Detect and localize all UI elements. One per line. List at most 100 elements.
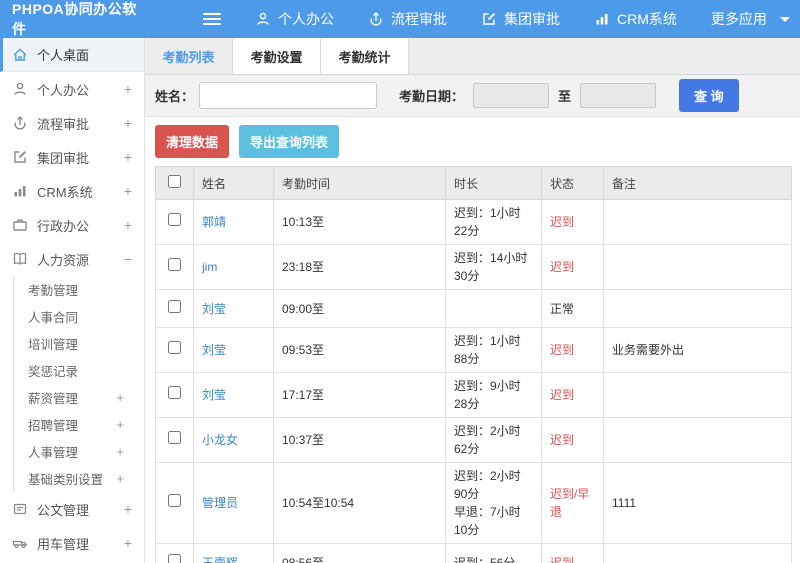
topnav-label: 集团审批	[504, 11, 560, 27]
date-start-input[interactable]	[473, 83, 550, 108]
sidebar-subitem-label: 基础类别设置	[28, 473, 104, 487]
topnav-label: 个人办公	[278, 11, 334, 27]
status-text: 迟到	[541, 199, 604, 245]
sidebar-item-group-approval[interactable]: 集团审批 +	[0, 140, 144, 174]
sidebar-item-vehicle-management[interactable]: 用车管理 +	[0, 526, 144, 560]
employee-name-link[interactable]: 刘莹	[202, 302, 226, 316]
table-row: 王壹辉 08:56至 迟到：56分 迟到	[155, 543, 792, 563]
employee-name-link[interactable]: 管理员	[202, 496, 238, 510]
sidebar-item-personal-desktop[interactable]: 个人桌面	[0, 38, 144, 72]
col-header-duration: 时长	[445, 166, 542, 200]
col-header-time: 考勤时间	[273, 166, 446, 200]
expand-toggle[interactable]: +	[116, 417, 124, 432]
tab-attendance-list[interactable]: 考勤列表	[145, 38, 233, 74]
expand-toggle[interactable]: +	[124, 183, 132, 199]
row-checkbox[interactable]	[168, 213, 181, 226]
export-list-button[interactable]: 导出查询列表	[239, 125, 340, 158]
sidebar: 个人桌面 个人办公 + 流程审批 + 集团审批 + CRM系统 + 行政办公 +	[0, 38, 145, 563]
expand-toggle[interactable]: +	[116, 390, 124, 405]
table-row: jim 23:18至 迟到：14小时30分 迟到	[155, 244, 792, 290]
sidebar-subitem-salary-management[interactable]: 薪资管理 +	[14, 384, 144, 411]
sidebar-subitem-base-category-settings[interactable]: 基础类别设置 +	[14, 465, 144, 492]
attendance-time: 17:17至	[273, 372, 446, 418]
name-input[interactable]	[199, 82, 378, 109]
expand-toggle[interactable]: +	[124, 81, 132, 97]
employee-name-link[interactable]: jim	[202, 260, 217, 274]
status-text: 迟到	[541, 543, 604, 563]
sidebar-item-label: 个人桌面	[37, 48, 90, 63]
sidebar-item-hr[interactable]: 人力资源 −	[0, 242, 144, 276]
sidebar-subitem-label: 招聘管理	[28, 419, 79, 433]
sidebar-item-workflow-approval[interactable]: 流程审批 +	[0, 106, 144, 140]
duration-cell: 迟到：56分	[445, 543, 542, 563]
status-text: 迟到	[541, 244, 604, 290]
topnav-workflow-approval[interactable]: 流程审批	[368, 9, 447, 29]
attendance-table-wrap: 姓名 考勤时间 时长 状态 备注 郭靖 10:13至 迟到：1小时22分 迟到	[145, 166, 800, 563]
user-icon	[12, 81, 28, 97]
select-all-checkbox[interactable]	[168, 175, 181, 188]
row-checkbox[interactable]	[168, 258, 181, 271]
topnav-group-approval[interactable]: 集团审批	[481, 9, 560, 29]
note-cell: 1111	[603, 462, 792, 544]
topnav-more-apps[interactable]: 更多应用	[711, 9, 790, 29]
date-label: 考勤日期：	[399, 89, 465, 104]
attendance-time: 10:54至10:54	[273, 462, 446, 544]
employee-name-link[interactable]: 小龙女	[202, 433, 238, 447]
sidebar-subitem-label: 奖惩记录	[28, 365, 79, 379]
expand-toggle[interactable]: +	[124, 217, 132, 233]
topnav-crm-system[interactable]: CRM系统	[594, 9, 677, 29]
attendance-table: 姓名 考勤时间 时长 状态 备注 郭靖 10:13至 迟到：1小时22分 迟到	[155, 166, 792, 563]
sidebar-subitem-recruitment-management[interactable]: 招聘管理 +	[14, 411, 144, 438]
app-logo: PHPOA协同办公软件	[12, 1, 137, 37]
sidebar-subitem-reward-punishment[interactable]: 奖惩记录	[14, 357, 144, 384]
expand-toggle[interactable]: +	[124, 149, 132, 165]
duration-cell: 迟到：1小时88分	[445, 327, 542, 373]
duration-cell: 迟到：2小时62分	[445, 417, 542, 463]
expand-toggle[interactable]: +	[124, 115, 132, 131]
sidebar-item-admin-office[interactable]: 行政办公 +	[0, 208, 144, 242]
row-checkbox[interactable]	[168, 553, 181, 563]
sidebar-subitem-label: 人事合同	[28, 311, 79, 325]
hamburger-menu-icon[interactable]	[203, 10, 221, 28]
row-checkbox[interactable]	[168, 386, 181, 399]
topnav-personal-office[interactable]: 个人办公	[255, 9, 334, 29]
sidebar-subitem-personnel-management[interactable]: 人事管理 +	[14, 438, 144, 465]
employee-name-link[interactable]: 刘莹	[202, 388, 226, 402]
expand-toggle[interactable]: +	[116, 471, 124, 486]
row-checkbox[interactable]	[168, 431, 181, 444]
sidebar-subitem-attendance-management[interactable]: 考勤管理	[14, 276, 144, 303]
row-checkbox[interactable]	[168, 494, 181, 507]
employee-name-link[interactable]: 郭靖	[202, 215, 226, 229]
sidebar-subitem-label: 人事管理	[28, 446, 79, 460]
duration-cell: 迟到：1小时22分	[445, 199, 542, 245]
employee-name-link[interactable]: 刘莹	[202, 343, 226, 357]
date-end-input[interactable]	[580, 83, 657, 108]
table-row: 刘莹 17:17至 迟到：9小时28分 迟到	[155, 372, 792, 418]
duration-cell: 迟到：9小时28分	[445, 372, 542, 418]
sidebar-subitem-label: 考勤管理	[28, 284, 79, 298]
tab-attendance-settings[interactable]: 考勤设置	[233, 38, 321, 74]
filter-bar: 姓名： 考勤日期： 至 查 询	[145, 75, 800, 117]
search-button[interactable]: 查 询	[679, 79, 739, 112]
sidebar-item-crm[interactable]: CRM系统 +	[0, 174, 144, 208]
sidebar-subitem-hr-contracts[interactable]: 人事合同	[14, 303, 144, 330]
sidebar-item-personal-office[interactable]: 个人办公 +	[0, 72, 144, 106]
row-checkbox[interactable]	[168, 341, 181, 354]
collapse-toggle[interactable]: −	[124, 251, 132, 267]
tab-attendance-statistics[interactable]: 考勤统计	[321, 38, 409, 74]
caret-down-icon	[779, 16, 790, 22]
topnav-label: 流程审批	[391, 11, 447, 27]
clean-data-button[interactable]: 清理数据	[155, 125, 230, 158]
employee-name-link[interactable]: 王壹辉	[202, 556, 238, 563]
row-checkbox[interactable]	[168, 299, 181, 313]
table-header-row: 姓名 考勤时间 时长 状态 备注	[155, 166, 792, 200]
expand-toggle[interactable]: +	[116, 444, 124, 459]
expand-toggle[interactable]: +	[124, 535, 132, 551]
sidebar-item-document-management[interactable]: 公文管理 +	[0, 492, 144, 526]
status-text: 迟到	[541, 327, 604, 373]
table-row: 刘莹 09:53至 迟到：1小时88分 迟到 业务需要外出	[155, 327, 792, 373]
expand-toggle[interactable]: +	[124, 501, 132, 517]
table-row: 管理员 10:54至10:54 迟到：2小时90分 早退：7小时10分 迟到/早退…	[155, 462, 792, 544]
sidebar-subitem-training-management[interactable]: 培训管理	[14, 330, 144, 357]
hr-submenu: 考勤管理 人事合同 培训管理 奖惩记录 薪资管理 + 招聘管理 + 人事管理 +…	[13, 276, 144, 492]
